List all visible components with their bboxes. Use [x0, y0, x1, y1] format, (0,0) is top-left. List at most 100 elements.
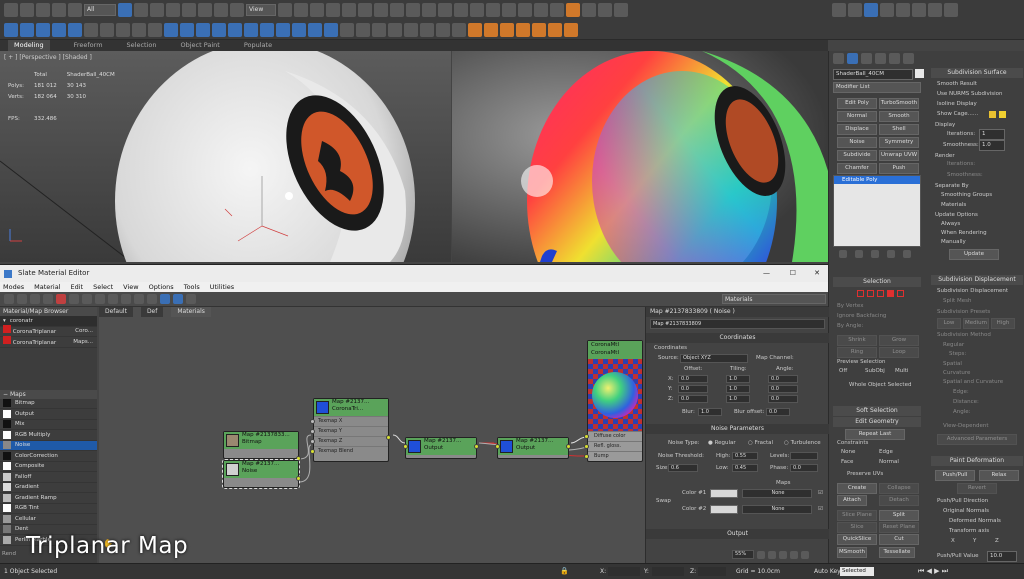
- advanced-parameters-button[interactable]: Advanced Parameters: [937, 434, 1017, 445]
- normal-align-icon[interactable]: [420, 23, 434, 37]
- node-noise[interactable]: Map #2137... Noise: [222, 459, 301, 489]
- preview-subobj-radio[interactable]: SubObj: [865, 368, 885, 374]
- output-port[interactable]: [386, 435, 391, 440]
- selection-rollout-header[interactable]: Selection: [833, 277, 921, 287]
- input-port[interactable]: [310, 429, 315, 434]
- minimize-icon[interactable]: —: [763, 265, 770, 282]
- render-smoothness-checkbox[interactable]: Smoothness:: [947, 172, 983, 178]
- spatial-curvature-radio[interactable]: Spatial and Curvature: [943, 379, 1003, 385]
- angle-snap-icon[interactable]: [342, 3, 356, 17]
- input-slot-texmap-blend[interactable]: Texmap Blend: [310, 446, 388, 456]
- array-icon[interactable]: [340, 23, 354, 37]
- menu-tools[interactable]: Tools: [184, 282, 200, 292]
- playback-controls-icon[interactable]: ⏮ ◀ ▶ ⏭: [918, 567, 948, 576]
- selection-filter-dropdown[interactable]: All: [84, 4, 116, 16]
- output-port[interactable]: [296, 476, 301, 481]
- revert-button[interactable]: Revert: [957, 483, 997, 494]
- create-light-icon[interactable]: [100, 23, 114, 37]
- node-header[interactable]: Map #2137... CoronaTri...: [314, 399, 388, 416]
- move-children-icon[interactable]: [69, 294, 79, 304]
- menu-modes[interactable]: Modes: [3, 282, 24, 292]
- tiling-z-spinner[interactable]: 1.0: [726, 395, 750, 403]
- swap-button[interactable]: Swap: [656, 498, 671, 504]
- input-port[interactable]: [495, 444, 500, 449]
- slice-button[interactable]: Slice: [837, 522, 877, 533]
- modifier-push-icon[interactable]: [324, 23, 338, 37]
- select-by-material-icon[interactable]: [186, 294, 196, 304]
- tab-object-paint[interactable]: Object Paint: [181, 40, 220, 51]
- input-slot-diffuse[interactable]: Diffuse color: [584, 431, 642, 441]
- assign-to-selection-icon[interactable]: [43, 294, 53, 304]
- schematic-view-icon[interactable]: [502, 3, 516, 17]
- zoom-dropdown[interactable]: 55%: [732, 550, 754, 559]
- chamfer-icon[interactable]: [896, 3, 910, 17]
- map-item[interactable]: ColorCorrection: [0, 451, 97, 462]
- tab-selection[interactable]: Selection: [127, 40, 157, 51]
- output-port[interactable]: [566, 444, 571, 449]
- create-helper-icon[interactable]: [132, 23, 146, 37]
- input-port[interactable]: [310, 439, 315, 444]
- align-view-icon[interactable]: [452, 23, 466, 37]
- create-shape-icon[interactable]: [84, 23, 98, 37]
- smooth-button[interactable]: Smooth: [879, 111, 919, 122]
- render-frame-icon[interactable]: [550, 3, 564, 17]
- edge-level-icon[interactable]: [867, 290, 874, 297]
- coordinates-rollout-header[interactable]: Coordinates: [646, 333, 829, 343]
- split-checkbox[interactable]: Split: [879, 510, 919, 521]
- map-item[interactable]: Gradient Ramp: [0, 493, 97, 504]
- map-item[interactable]: Falloff: [0, 472, 97, 483]
- named-selection-icon[interactable]: [390, 3, 404, 17]
- create-box-icon[interactable]: [4, 23, 18, 37]
- push-button[interactable]: Push: [879, 163, 919, 174]
- spinner-snap-icon[interactable]: [374, 3, 388, 17]
- modifier-edit-poly-icon[interactable]: [292, 23, 306, 37]
- ignore-backfacing-checkbox[interactable]: Ignore Backfacing: [837, 313, 886, 319]
- axis-x-radio[interactable]: X: [951, 538, 955, 544]
- blur-spinner[interactable]: 1.0: [698, 408, 722, 416]
- quick-align-icon[interactable]: [404, 23, 418, 37]
- spatial-radio[interactable]: Spatial: [943, 361, 962, 367]
- move-icon[interactable]: [182, 3, 196, 17]
- repeat-last-button[interactable]: Repeat Last: [845, 429, 905, 440]
- blur-offset-spinner[interactable]: 0.0: [766, 408, 790, 416]
- modifier-shell-icon[interactable]: [228, 23, 242, 37]
- preset-low-button[interactable]: Low: [937, 318, 961, 329]
- motion-tab-icon[interactable]: [875, 53, 886, 64]
- polygon-level-icon[interactable]: [887, 290, 894, 297]
- turbosmooth-button[interactable]: TurboSmooth: [879, 98, 919, 109]
- zoom-selected-icon[interactable]: [801, 550, 809, 559]
- element-level-icon[interactable]: [897, 290, 904, 297]
- always-radio[interactable]: Always: [941, 221, 960, 227]
- original-normals-radio[interactable]: Original Normals: [943, 508, 989, 514]
- clone-align-icon[interactable]: [388, 23, 402, 37]
- map-item[interactable]: Output: [0, 409, 97, 420]
- border-level-icon[interactable]: [877, 290, 884, 297]
- xy-plane-icon[interactable]: [864, 3, 878, 17]
- place-icon[interactable]: [230, 3, 244, 17]
- input-port[interactable]: [584, 434, 589, 439]
- select-by-name-icon[interactable]: [134, 3, 148, 17]
- axis-y-radio[interactable]: Y: [973, 538, 976, 544]
- render-iterations-checkbox[interactable]: Iterations:: [947, 161, 975, 167]
- map-item[interactable]: RGB Tint: [0, 504, 97, 514]
- menu-view[interactable]: View: [123, 282, 138, 292]
- maximize-icon[interactable]: ☐: [790, 265, 796, 282]
- shell-button[interactable]: Shell: [879, 124, 919, 135]
- axis-z-radio[interactable]: Z: [995, 538, 999, 544]
- node-header[interactable]: Map #2137... Output: [406, 438, 476, 455]
- curve-editor-icon[interactable]: [486, 3, 500, 17]
- zoom-icon[interactable]: [757, 550, 765, 559]
- node-output-2[interactable]: Map #2137... Output: [495, 437, 571, 459]
- update-button[interactable]: Update: [949, 249, 999, 260]
- snaps-toggle-icon[interactable]: [326, 3, 340, 17]
- use-nurms-checkbox[interactable]: Use NURMS Subdivision: [937, 91, 1002, 97]
- ribbon-toggle-icon[interactable]: [470, 3, 484, 17]
- subdivision-displacement-rollout-header[interactable]: Subdivision Displacement: [931, 275, 1023, 285]
- modifier-turbosmooth-icon[interactable]: [260, 23, 274, 37]
- map-item[interactable]: Mix: [0, 420, 97, 430]
- zoom-extents-icon[interactable]: [790, 550, 798, 559]
- node-view[interactable]: Default Def Materials Map #2137833... Bi…: [99, 307, 645, 564]
- transform-axis-radio[interactable]: Transform axis: [949, 528, 989, 534]
- materials-checkbox[interactable]: Materials: [941, 202, 966, 208]
- create-cylinder-icon[interactable]: [36, 23, 50, 37]
